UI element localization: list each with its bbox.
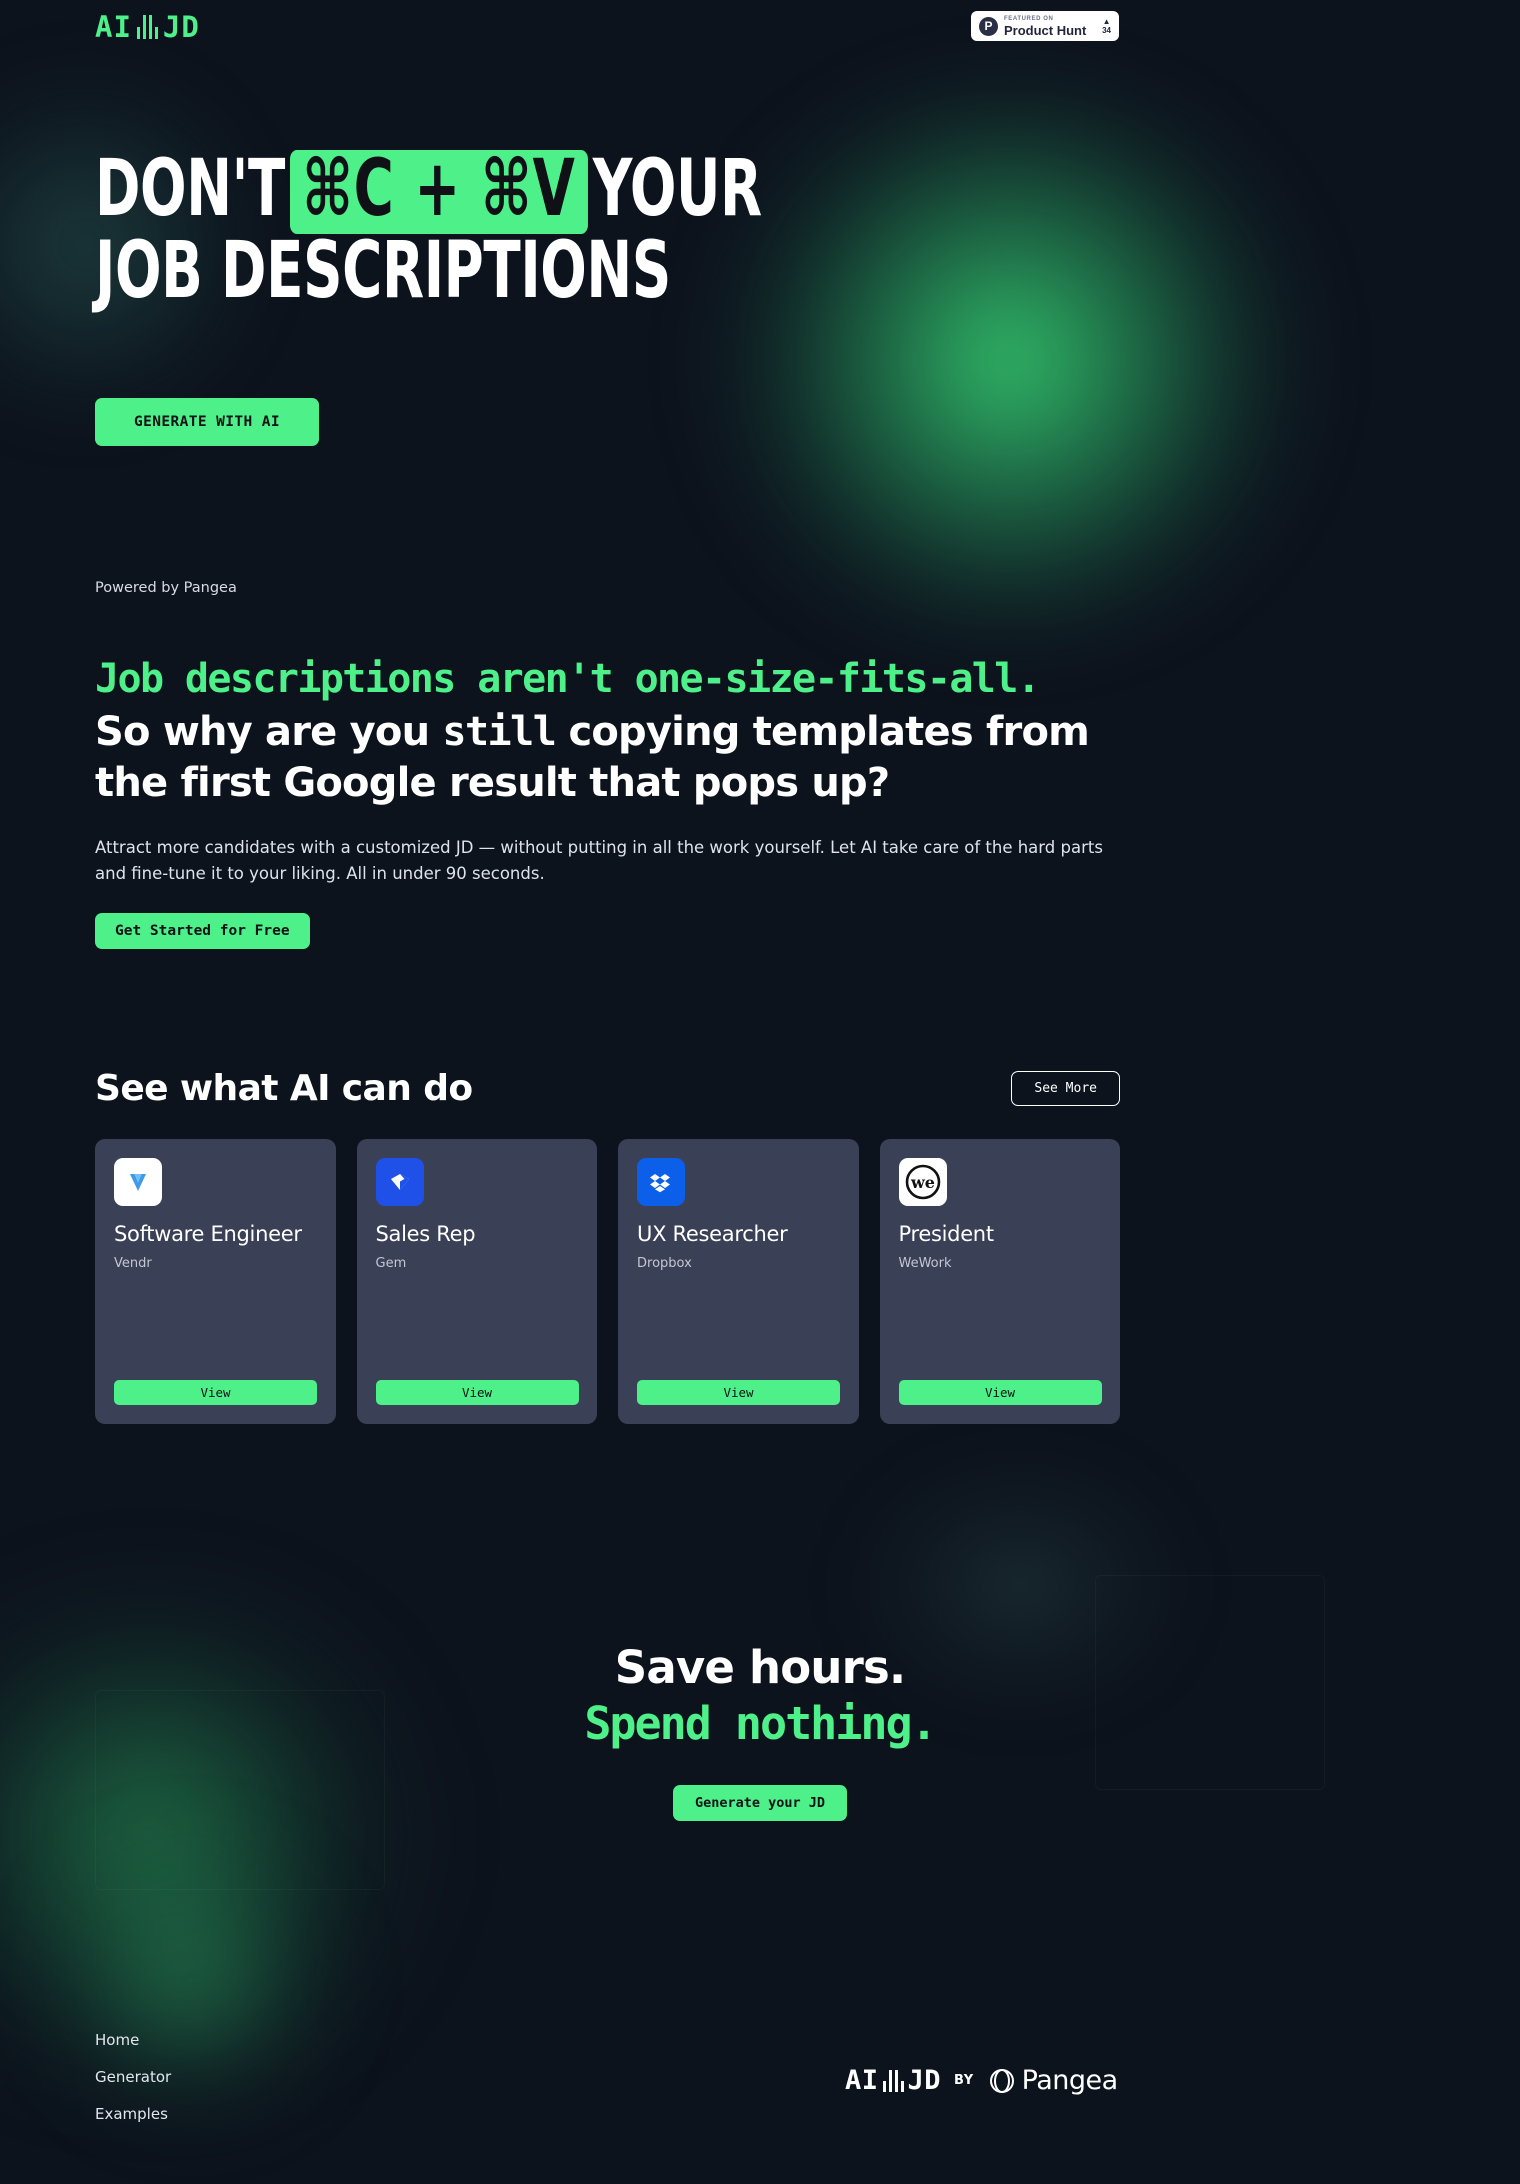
product-hunt-icon: P bbox=[979, 16, 998, 36]
site-footer: Home Generator Examples AI JD BY Pangea bbox=[0, 2010, 1520, 2184]
example-card-president[interactable]: we President WeWork View bbox=[879, 1139, 1120, 1424]
brand-logo[interactable]: AI JD bbox=[95, 10, 200, 44]
pangea-globe-icon bbox=[989, 2068, 1014, 2093]
hero-headline-line-2: JOB DESCRIPTIONS bbox=[95, 225, 671, 316]
example-card-title: UX Researcher bbox=[637, 1222, 788, 1246]
hero-headline-line-1-before: DON'T bbox=[95, 144, 285, 234]
footer-brand-bars-icon bbox=[882, 2069, 904, 2092]
get-started-for-free-button[interactable]: Get Started for Free bbox=[95, 912, 310, 949]
footer-brand-logo: AI JD bbox=[845, 2065, 941, 2096]
example-card-company: WeWork bbox=[898, 1256, 952, 1272]
examples-header: See what AI can do See More bbox=[95, 1068, 1120, 1109]
view-button[interactable]: View bbox=[637, 1380, 840, 1405]
gem-logo-icon bbox=[375, 1158, 424, 1206]
example-card-ux-researcher[interactable]: UX Researcher Dropbox View bbox=[618, 1139, 859, 1424]
footer-brand-right-text: JD bbox=[907, 2065, 942, 2096]
footer-brand: AI JD BY Pangea bbox=[845, 2065, 1118, 2096]
see-more-button[interactable]: See More bbox=[1011, 1071, 1120, 1106]
product-hunt-name: Product Hunt bbox=[1004, 22, 1087, 38]
pangea-brand[interactable]: Pangea bbox=[987, 2065, 1118, 2096]
view-button[interactable]: View bbox=[114, 1380, 317, 1405]
landing-page: AI JD P FEATURED ON Product Hunt ▲ 34 DO… bbox=[0, 0, 1520, 2184]
generate-your-jd-button[interactable]: Generate your JD bbox=[672, 1784, 848, 1821]
hero-keyboard-chip: ⌘C + ⌘V bbox=[289, 150, 589, 234]
hero-headline-line-1: DON'T ⌘C + ⌘V YOUR bbox=[95, 150, 762, 234]
brand-logo-left-text: AI bbox=[95, 10, 132, 44]
examples-title: See what AI can do bbox=[95, 1068, 473, 1109]
pitch-headline-emphasis: still bbox=[442, 709, 556, 755]
bottom-cta-section: Save hours. Spend nothing. Generate your… bbox=[0, 1640, 1520, 1821]
wework-logo-icon: we bbox=[898, 1158, 947, 1206]
brand-logo-right-text: JD bbox=[162, 10, 200, 44]
pangea-name: Pangea bbox=[1021, 2065, 1119, 2096]
pitch-headline-accent: Job descriptions aren't one-size-fits-al… bbox=[95, 656, 1041, 702]
pitch-headline: So why are you still copying templates f… bbox=[95, 707, 1125, 809]
example-card-list: Software Engineer Vendr View Sales Rep G… bbox=[95, 1139, 1120, 1424]
generate-with-ai-button[interactable]: GENERATE WITH AI bbox=[95, 398, 319, 446]
caret-up-icon: ▲ bbox=[1102, 16, 1111, 26]
example-card-software-engineer[interactable]: Software Engineer Vendr View bbox=[95, 1139, 336, 1424]
example-card-sales-rep[interactable]: Sales Rep Gem View bbox=[356, 1139, 597, 1424]
product-hunt-upvote[interactable]: ▲ 34 bbox=[1102, 16, 1111, 35]
hero-headline: DON'T ⌘C + ⌘V YOUR JOB DESCRIPTIONS bbox=[95, 150, 762, 316]
powered-by-label: Powered by Pangea bbox=[95, 580, 237, 596]
site-header: AI JD P FEATURED ON Product Hunt ▲ 34 bbox=[0, 0, 1520, 62]
example-card-title: President bbox=[898, 1222, 995, 1246]
bottom-cta-line-2: Spend nothing. bbox=[584, 1697, 937, 1751]
product-hunt-text: FEATURED ON Product Hunt bbox=[1004, 16, 1086, 37]
pitch-section: Job descriptions aren't one-size-fits-al… bbox=[95, 655, 1125, 949]
svg-text:we: we bbox=[910, 1173, 935, 1192]
example-card-company: Vendr bbox=[114, 1256, 152, 1272]
dropbox-logo-icon bbox=[637, 1158, 685, 1206]
pitch-headline-part1: So why are you bbox=[95, 709, 430, 755]
footer-link-generator[interactable]: Generator bbox=[95, 2068, 171, 2086]
view-button[interactable]: View bbox=[898, 1380, 1102, 1405]
product-hunt-vote-count: 34 bbox=[1102, 25, 1111, 35]
hero-headline-line-1-after: YOUR bbox=[592, 144, 762, 234]
vendr-logo-icon bbox=[114, 1158, 162, 1206]
example-card-title: Software Engineer bbox=[114, 1222, 302, 1246]
example-card-title: Sales Rep bbox=[375, 1222, 476, 1246]
view-button[interactable]: View bbox=[375, 1380, 579, 1405]
footer-brand-left-text: AI bbox=[845, 2065, 879, 2096]
brand-logo-bars-icon bbox=[136, 15, 158, 39]
pitch-body-text: Attract more candidates with a customize… bbox=[95, 838, 1103, 883]
footer-by-label: BY bbox=[954, 2073, 974, 2088]
product-hunt-badge[interactable]: P FEATURED ON Product Hunt ▲ 34 bbox=[971, 11, 1119, 41]
product-hunt-eyebrow: FEATURED ON bbox=[1004, 15, 1054, 22]
footer-link-home[interactable]: Home bbox=[95, 2031, 171, 2049]
examples-section: See what AI can do See More Software Eng… bbox=[95, 1068, 1120, 1424]
bottom-cta-line-1: Save hours. bbox=[614, 1641, 906, 1694]
example-card-company: Gem bbox=[375, 1256, 407, 1272]
footer-nav: Home Generator Examples bbox=[95, 2031, 171, 2123]
footer-link-examples[interactable]: Examples bbox=[95, 2105, 171, 2123]
example-card-company: Dropbox bbox=[637, 1256, 692, 1272]
hero-section: DON'T ⌘C + ⌘V YOUR JOB DESCRIPTIONS bbox=[95, 150, 950, 316]
